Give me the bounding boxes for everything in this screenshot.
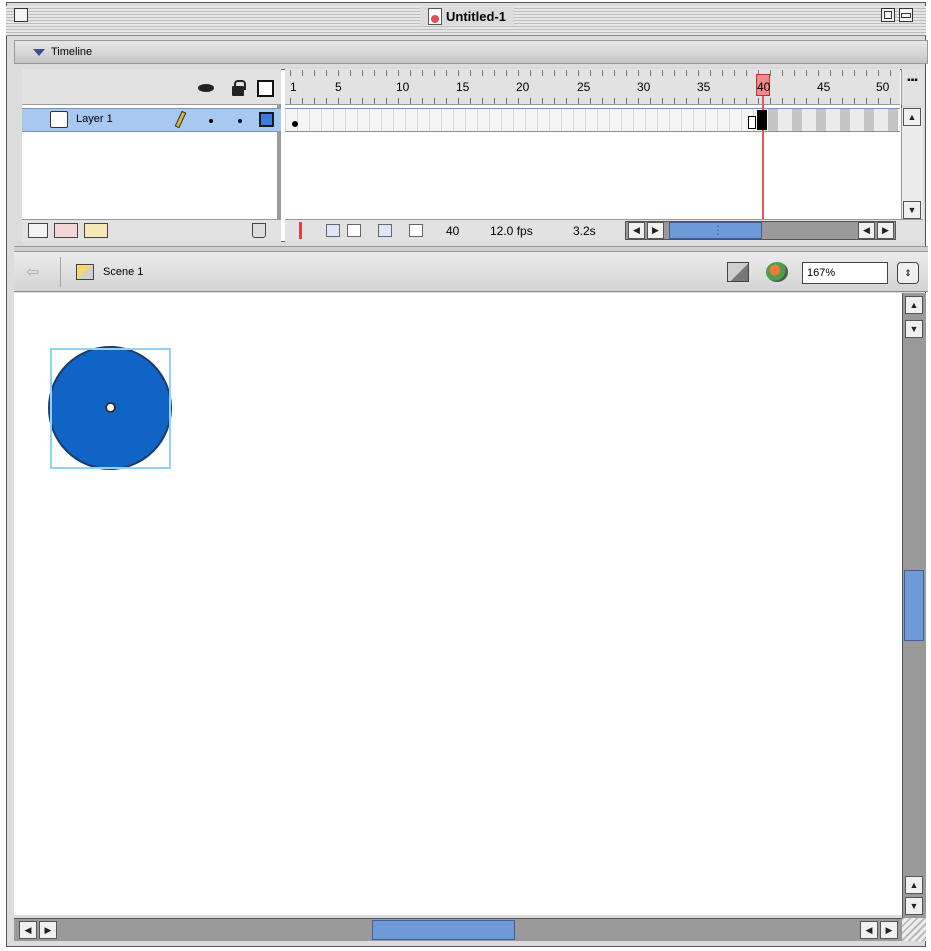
window-title-label: Untitled-1	[446, 8, 506, 24]
scroll-left-button[interactable]: ◀	[860, 921, 878, 939]
layer-name[interactable]: Layer 1	[76, 113, 113, 125]
center-frame-icon[interactable]	[299, 222, 302, 239]
edit-scene-icon[interactable]	[727, 262, 749, 282]
scroll-down-button[interactable]: ▼	[905, 897, 923, 915]
add-folder-icon[interactable]	[84, 223, 108, 238]
eye-icon[interactable]	[198, 80, 214, 96]
resize-grip-icon[interactable]	[902, 918, 926, 941]
layer-outline-color[interactable]	[259, 112, 274, 127]
lock-icon[interactable]	[230, 80, 246, 96]
outline-icon[interactable]	[257, 80, 274, 97]
end-frame-marker[interactable]	[748, 116, 756, 129]
edit-bar	[14, 252, 928, 292]
scroll-up-button[interactable]: ▲	[905, 296, 923, 314]
zoom-input[interactable]	[802, 262, 888, 284]
layer-lock-toggle[interactable]	[238, 119, 242, 123]
current-frame-cell[interactable]	[757, 110, 767, 130]
scroll-right-button[interactable]: ▶	[880, 921, 898, 939]
ruler-ticks-top	[290, 70, 900, 76]
doc-icon	[428, 7, 442, 25]
scroll-down-button[interactable]: ▼	[905, 320, 923, 338]
scroll-down-button[interactable]: ▼	[903, 201, 921, 219]
frame-number: 1	[290, 80, 297, 94]
zoom-box[interactable]	[881, 8, 895, 22]
zoom-menu-button[interactable]: ⇕	[897, 262, 919, 284]
scroll-right-button[interactable]: ▶	[877, 222, 894, 239]
layer-icon	[50, 111, 68, 128]
timeline-vertical-scrollbar[interactable]: ▲ ▼	[901, 108, 923, 219]
scene-icon	[76, 264, 94, 280]
frame-number: 35	[697, 80, 711, 94]
frame-number: 50	[876, 80, 890, 94]
stage-vertical-scroll-thumb[interactable]	[904, 570, 924, 641]
stage-horizontal-scroll-thumb[interactable]	[372, 920, 515, 940]
scroll-right-button[interactable]: ▶	[39, 921, 57, 939]
registration-point-icon	[105, 402, 116, 413]
delete-layer-icon[interactable]	[252, 223, 266, 238]
scroll-up-button[interactable]: ▲	[903, 108, 921, 126]
frame-rate-readout: 12.0 fps	[490, 224, 533, 238]
elapsed-time-readout: 3.2s	[573, 224, 596, 238]
scene-breadcrumb[interactable]: Scene 1	[103, 266, 143, 278]
frame-number: 10	[396, 80, 410, 94]
window-title: Untitled-1	[420, 7, 514, 25]
disclosure-triangle-icon[interactable]	[33, 48, 45, 56]
empty-frames[interactable]	[768, 109, 898, 131]
close-box[interactable]	[14, 8, 28, 22]
back-arrow-icon[interactable]: ⇦	[26, 262, 39, 282]
scroll-up-button[interactable]: ▲	[905, 876, 923, 894]
frame-number: 30	[637, 80, 651, 94]
scroll-left-button[interactable]: ◀	[628, 222, 645, 239]
onion-skin-icon[interactable]	[326, 224, 340, 237]
keyframe[interactable]	[292, 121, 298, 127]
timeline-panel-header[interactable]: Timeline	[14, 40, 928, 64]
ruler-ticks-bottom	[290, 98, 900, 104]
current-frame-readout: 40	[446, 224, 460, 238]
frame-number: 45	[817, 80, 831, 94]
modify-onion-markers-icon[interactable]	[409, 224, 423, 237]
frame-view-menu-icon[interactable]: ▪▪▪	[901, 69, 923, 105]
edit-symbol-icon[interactable]	[766, 262, 788, 282]
timeline-scroll-thumb[interactable]	[669, 222, 762, 239]
add-guide-layer-icon[interactable]	[54, 223, 78, 238]
onion-skin-outlines-icon[interactable]	[347, 224, 361, 237]
collapse-box[interactable]	[899, 8, 913, 22]
frame-number: 25	[577, 80, 591, 94]
scroll-left-button[interactable]: ◀	[858, 222, 875, 239]
edit-multiple-frames-icon[interactable]	[378, 224, 392, 237]
scroll-right-button[interactable]: ▶	[647, 222, 664, 239]
frame-number: 15	[456, 80, 470, 94]
scroll-left-button[interactable]: ◀	[19, 921, 37, 939]
edit-bar-divider	[60, 257, 61, 287]
playhead-frame-number: 40	[757, 80, 771, 94]
add-layer-icon[interactable]	[28, 223, 48, 238]
frame-number: 5	[335, 80, 342, 94]
layer-visible-toggle[interactable]	[209, 119, 213, 123]
timeline-panel-title: Timeline	[51, 46, 93, 58]
frame-number: 20	[516, 80, 530, 94]
